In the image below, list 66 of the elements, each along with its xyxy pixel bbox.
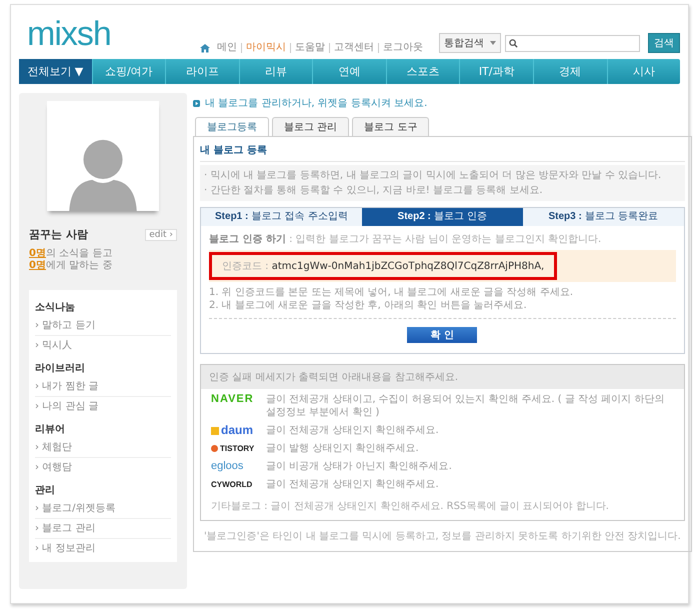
confirm-button[interactable]: 확 인	[407, 327, 478, 343]
menu-item[interactable]: › 내 정보관리	[35, 539, 171, 558]
logo[interactable]: mixsh	[27, 15, 111, 53]
home-icon	[200, 43, 210, 53]
nav-tab[interactable]: 쇼핑/여가	[92, 59, 166, 84]
nav-tab[interactable]: 경제	[532, 59, 606, 84]
nav-tab[interactable]: 시사	[606, 59, 680, 84]
notice-text: · 믹시에 내 블로그를 등록하면, 내 블로그의 글이 믹시에 노출되어 더 많은 방문자와 만날 수 있습니다.	[204, 169, 662, 183]
service-logo: NAVER	[211, 393, 255, 406]
tab[interactable]: 블로그 도구	[352, 117, 430, 136]
menu-item[interactable]: › 내가 찜한 글	[35, 377, 171, 397]
instruction-text: 1. 위 인증코드를 본문 또는 제목에 넣어, 내 블로그에 새로운 글을 작성해 주세요.	[209, 286, 574, 299]
tab[interactable]: 블로그 관리	[272, 117, 350, 136]
service-logo: CYWORLD	[211, 479, 254, 491]
nav-tab[interactable]: IT/과학	[459, 59, 533, 84]
search-scope-dropdown[interactable]: 통합검색	[439, 33, 501, 53]
nav-tab[interactable]: 리뷰	[238, 59, 312, 84]
verify-description: 블로그 인증 하기 : 입력한 블로그가 꿈꾸는 사람 님이 운영하는 블로그인지 확인합니다.	[209, 233, 602, 246]
nav-tab[interactable]: 전체보기 ▼	[19, 59, 92, 84]
menu-heading: 관리	[35, 484, 56, 498]
menu-item[interactable]: › 여행담	[35, 458, 171, 477]
count-link[interactable]: 0명	[29, 260, 46, 271]
top-link[interactable]: 마이믹시	[241, 43, 290, 53]
service-logo: TISTORY	[211, 442, 266, 455]
help-text: 글이 발행 상태인지 확인해주세요.	[266, 442, 419, 455]
notice-text: · 간단한 절차를 통해 등록할 수 있으니, 지금 바로! 블로그를 등록해 보세요.	[204, 184, 544, 198]
help-text: 글이 비공개 상태가 아닌지 확인해주세요.	[266, 460, 452, 473]
intro-text: 내 블로그를 관리하거나, 위젯을 등록시켜 보세요.	[205, 97, 428, 110]
nav-tab[interactable]: 스포츠	[386, 59, 460, 84]
stat-text: 에게 말하는 중	[46, 260, 112, 271]
profile-name: 꿈꾸는 사람	[29, 227, 88, 242]
menu-item[interactable]: › 블로그/위젯등록	[35, 499, 171, 519]
help-title: 인증 실패 메세지가 출력되면 아래내용을 참고해주세요.	[201, 365, 684, 389]
tab[interactable]: 블로그등록	[195, 117, 269, 136]
search-button[interactable]: 검색	[648, 33, 680, 53]
menu-heading: 라이브러리	[35, 362, 86, 376]
help-text: 글이 전체공개 상태인지 확인해주세요.	[266, 478, 439, 491]
menu-item[interactable]: › 믹시人	[35, 336, 171, 355]
top-link[interactable]: 로그아웃	[378, 43, 427, 53]
count-link[interactable]: 0명	[29, 248, 46, 259]
nav-tab[interactable]: 라이프	[165, 59, 239, 84]
menu-item[interactable]: › 체험단	[35, 438, 171, 458]
top-link[interactable]: 도움말	[290, 43, 329, 53]
top-link[interactable]: 메인	[213, 43, 241, 53]
verification-code-field[interactable]: 인증코드 : atmc1gWw-0nMah1jbZCGoTphqZ8Ql7CqZ8rrAjPH8hA,	[209, 252, 558, 280]
section-title: 내 블로그 등록	[200, 141, 685, 162]
search-field[interactable]	[505, 34, 640, 52]
menu-item[interactable]: › 블로그 관리	[35, 519, 171, 539]
search-icon	[509, 38, 518, 48]
service-logo: egloos	[211, 460, 244, 473]
footnote-text: '블로그인증'은 타인이 내 블로그를 믹시에 등록하고, 정보를 관리하지 못하도록 하기위한 안전 장치입니다.	[203, 530, 682, 544]
menu-heading: 소식나눔	[35, 301, 76, 315]
nav-tab[interactable]: 연예	[312, 59, 386, 84]
menu-heading: 리뷰어	[35, 423, 66, 437]
help-text: 기타블로그 : 글이 전체공개 상태인지 확인해주세요. RSS목록에 글이 표시되어야 합니다.	[211, 500, 610, 514]
service-logo: daum	[211, 424, 266, 437]
caret-icon	[490, 41, 496, 45]
stat-text: 의 소식을 듣고	[46, 248, 112, 259]
instruction-text: 2. 내 블로그에 새로운 글을 작성한 후, 아래의 확인 버튼을 눌러주세요.	[209, 299, 528, 312]
top-link[interactable]: 고객센터	[329, 43, 378, 53]
edit-button[interactable]: edit ›	[145, 228, 177, 240]
bullet-icon	[193, 100, 200, 106]
help-text: 글이 전체공개 상태인지 확인해주세요.	[266, 424, 439, 437]
help-text: 글이 전체공개 상태이고, 수집이 허용되어 있는지 확인해 주세요. ( 글 작성 페이지 하단의 설정정보 부분에서 확인 )	[266, 393, 666, 419]
menu-item[interactable]: › 말하고 듣기	[35, 316, 171, 336]
menu-item[interactable]: › 나의 관심 글	[35, 397, 171, 416]
